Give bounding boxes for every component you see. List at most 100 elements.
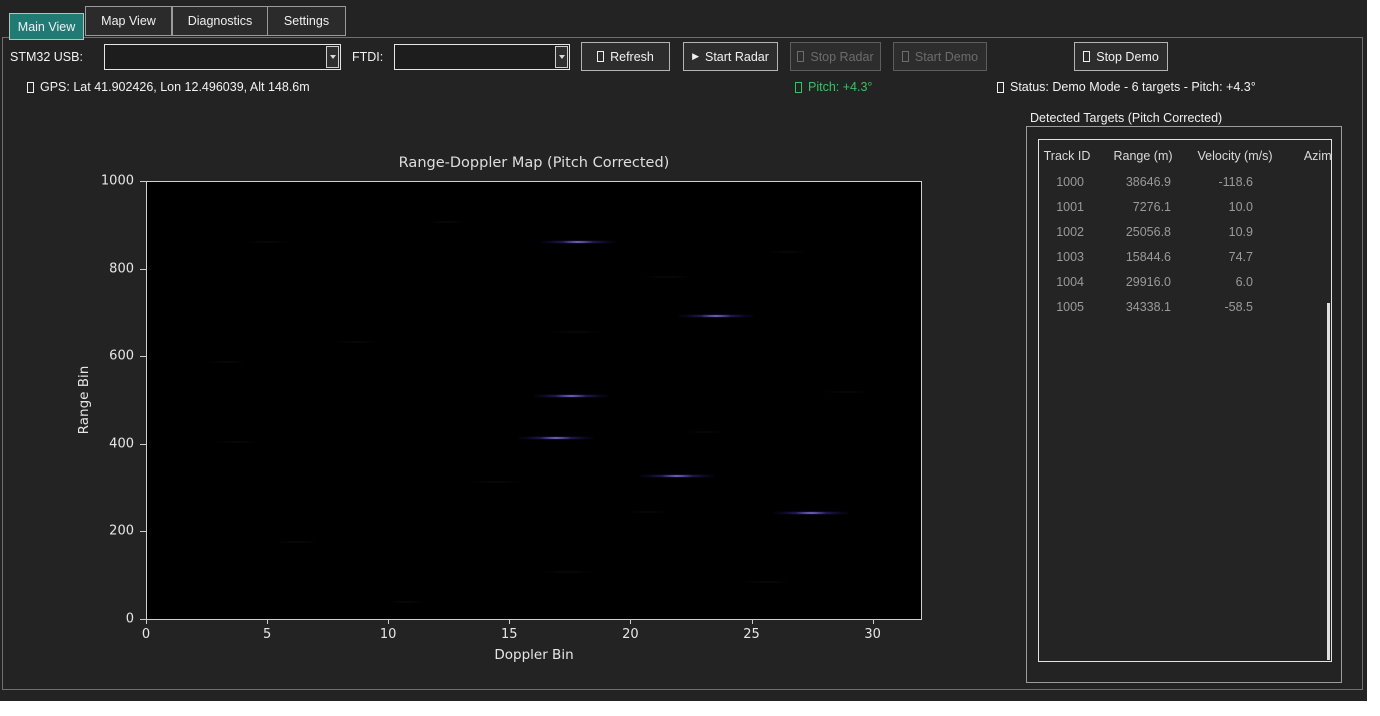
noise-streak <box>470 481 525 483</box>
stm32-usb-label: STM32 USB: <box>10 50 83 64</box>
tab-label: Map View <box>101 14 156 28</box>
pitch-readout-text: Pitch: +4.3° <box>808 80 872 94</box>
cell-track-id: 1004 <box>1039 275 1095 289</box>
stop-radar-button[interactable]: Stop Radar <box>790 42 881 71</box>
y-tick-label: 200 <box>94 524 134 539</box>
play-icon: ▶ <box>692 52 699 61</box>
ftdi-label: FTDI: <box>352 50 383 64</box>
cell-velocity: -118.6 <box>1191 175 1279 189</box>
noise-streak <box>275 541 320 543</box>
x-tick-mark <box>388 619 389 624</box>
tab-label: Diagnostics <box>188 14 253 28</box>
noise-streak <box>427 221 467 223</box>
cell-range-m: 25056.8 <box>1095 225 1191 239</box>
target-streak-core <box>796 513 826 514</box>
table-vertical-scrollbar[interactable] <box>1327 303 1330 660</box>
ftdi-combobox[interactable] <box>394 44 570 70</box>
cell-azimuth: 122.2510 <box>1279 200 1332 214</box>
y-tick-label: 600 <box>94 349 134 364</box>
x-tick-mark <box>873 619 874 624</box>
noise-streak <box>335 341 380 343</box>
tab-main-view[interactable]: Main View <box>9 13 84 40</box>
chevron-down-icon[interactable] <box>326 46 339 68</box>
noise-streak <box>640 276 695 278</box>
table-row[interactable]: 100315844.674.7300° <box>1039 244 1331 269</box>
noise-streak <box>537 571 597 573</box>
y-tick-label: 400 <box>94 436 134 451</box>
x-tick-mark <box>509 619 510 624</box>
desktop-background: Main View Map View Diagnostics Settings STM… <box>0 0 1380 716</box>
refresh-button-label: Refresh <box>610 50 654 64</box>
table-row[interactable]: 100534338.1-58.5247.5104 <box>1039 294 1331 319</box>
cell-range-m: 29916.0 <box>1095 275 1191 289</box>
refresh-icon <box>597 51 604 62</box>
noise-streak <box>212 441 262 443</box>
table-row[interactable]: 100038646.9-118.645° <box>1039 169 1331 194</box>
stop-icon <box>797 51 804 62</box>
noise-streak <box>687 431 727 433</box>
cell-track-id: 1001 <box>1039 200 1095 214</box>
stop-radar-button-label: Stop Radar <box>810 50 873 64</box>
column-header-track-id[interactable]: Track ID <box>1039 149 1095 163</box>
column-header-velocity[interactable]: Velocity (m/s) <box>1191 149 1279 163</box>
y-tick-mark <box>140 356 146 357</box>
noise-streak <box>547 331 607 333</box>
start-demo-button[interactable]: Start Demo <box>893 42 987 71</box>
y-tick-label: 1000 <box>94 174 134 189</box>
target-streak <box>679 315 753 318</box>
cell-range-m: 7276.1 <box>1095 200 1191 214</box>
target-streak <box>519 437 593 440</box>
refresh-button[interactable]: Refresh <box>581 42 670 71</box>
targets-table: Track ID Range (m) Velocity (m/s) Azimut… <box>1038 139 1332 662</box>
column-header-azimuth[interactable]: Azimuth <box>1279 149 1332 163</box>
y-tick-mark <box>140 269 146 270</box>
start-radar-button[interactable]: ▶ Start Radar <box>683 42 778 71</box>
column-header-range[interactable]: Range (m) <box>1095 149 1191 163</box>
cell-track-id: 1002 <box>1039 225 1095 239</box>
target-streak-core <box>662 475 692 476</box>
status-icon <box>997 82 1004 93</box>
target-streak-core <box>556 396 586 397</box>
stop-demo-button-label: Stop Demo <box>1096 50 1159 64</box>
stop-icon <box>1083 51 1090 62</box>
stm32-usb-combobox[interactable] <box>104 44 341 70</box>
stop-demo-button[interactable]: Stop Demo <box>1074 42 1168 71</box>
cell-velocity: 6.0 <box>1191 275 1279 289</box>
tab-map-view[interactable]: Map View <box>85 6 172 36</box>
demo-icon <box>902 51 909 62</box>
targets-panel-title: Detected Targets (Pitch Corrected) <box>1030 111 1222 125</box>
gps-status-text: GPS: Lat 41.902426, Lon 12.496039, Alt 1… <box>40 80 310 94</box>
gps-status: GPS: Lat 41.902426, Lon 12.496039, Alt 1… <box>27 80 310 94</box>
y-tick-label: 0 <box>94 612 134 627</box>
x-tick-label: 30 <box>864 627 881 642</box>
tab-label: Settings <box>284 14 329 28</box>
cell-azimuth: 300° <box>1279 250 1332 264</box>
table-row[interactable]: 100429916.06.088.66998 <box>1039 269 1331 294</box>
cell-velocity: 74.7 <box>1191 250 1279 264</box>
radar-app-window: Main View Map View Diagnostics Settings STM… <box>0 0 1367 701</box>
chevron-down-icon[interactable] <box>555 46 568 68</box>
cell-velocity: 10.9 <box>1191 225 1279 239</box>
noise-streak <box>387 601 427 603</box>
x-tick-label: 25 <box>743 627 760 642</box>
tab-label: Main View <box>18 20 75 34</box>
noise-streak <box>242 241 292 243</box>
start-radar-button-label: Start Radar <box>705 50 769 64</box>
tab-settings[interactable]: Settings <box>267 6 346 36</box>
satellite-icon <box>27 82 34 93</box>
pitch-icon <box>795 82 802 93</box>
table-row[interactable]: 10017276.110.0122.2510 <box>1039 194 1331 219</box>
cell-azimuth: 191.2552 <box>1279 225 1332 239</box>
x-tick-mark <box>630 619 631 624</box>
noise-streak <box>767 251 807 253</box>
y-tick-mark <box>140 181 146 182</box>
noise-streak <box>625 511 670 513</box>
y-axis-label: Range Bin <box>76 366 92 435</box>
cell-range-m: 15844.6 <box>1095 250 1191 264</box>
x-tick-mark <box>146 619 147 624</box>
x-tick-mark <box>752 619 753 624</box>
x-tick-label: 15 <box>501 627 518 642</box>
tab-diagnostics[interactable]: Diagnostics <box>172 6 268 36</box>
status-readout-text: Status: Demo Mode - 6 targets - Pitch: +… <box>1010 80 1256 94</box>
table-row[interactable]: 100225056.810.9191.2552 <box>1039 219 1331 244</box>
